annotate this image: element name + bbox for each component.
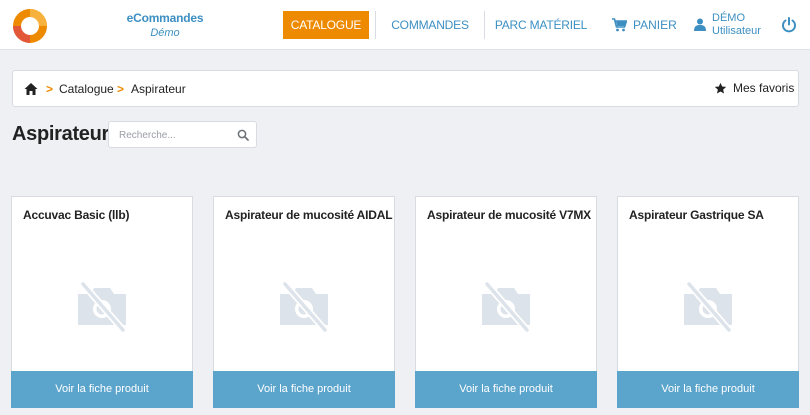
nav-commandes[interactable]: COMMANDES: [384, 11, 476, 39]
product-title[interactable]: Aspirateur de mucosité V7MX: [427, 208, 591, 222]
home-icon[interactable]: [24, 82, 38, 96]
view-product-button[interactable]: Voir la fiche produit: [415, 371, 597, 408]
ring-logo-icon[interactable]: [12, 8, 48, 44]
favorites-button[interactable]: Mes favoris: [714, 81, 794, 95]
product-title[interactable]: Aspirateur Gastrique SA: [629, 208, 764, 222]
product-title[interactable]: Accuvac Basic (llb): [23, 208, 129, 222]
user-menu[interactable]: DÉMO Utilisateur: [694, 12, 761, 38]
cart-button[interactable]: PANIER: [612, 17, 677, 33]
nav-catalogue[interactable]: CATALOGUE: [283, 11, 369, 39]
favorites-label: Mes favoris: [733, 81, 795, 95]
search-input[interactable]: [119, 127, 229, 143]
product-card[interactable]: Aspirateur de mucosité V7MX Voir la fich…: [415, 196, 597, 408]
no-image-icon: [78, 280, 127, 334]
product-card[interactable]: Aspirateur Gastrique SA Voir la fiche pr…: [617, 196, 799, 408]
star-icon: [714, 82, 727, 94]
search-icon[interactable]: [237, 129, 249, 141]
breadcrumb-separator: >: [117, 82, 125, 96]
product-card[interactable]: Accuvac Basic (llb) Voir la fiche produi…: [11, 196, 193, 408]
brand-block[interactable]: eCommandes Démo: [110, 11, 220, 39]
no-image-icon: [482, 280, 531, 334]
top-header: eCommandes Démo CATALOGUE COMMANDES PARC…: [0, 0, 810, 50]
view-product-button[interactable]: Voir la fiche produit: [213, 371, 395, 408]
power-icon[interactable]: [781, 17, 797, 33]
cart-label: PANIER: [633, 18, 677, 32]
user-icon: [694, 18, 706, 31]
nav-divider: [484, 11, 485, 39]
search-box: [108, 121, 257, 148]
breadcrumb: > Catalogue > Aspirateur Mes favoris: [12, 70, 799, 107]
product-card[interactable]: Aspirateur de mucosité AIDAL Voir la fic…: [213, 196, 395, 408]
breadcrumb-catalogue[interactable]: Catalogue: [59, 82, 114, 96]
view-product-button[interactable]: Voir la fiche produit: [617, 371, 799, 408]
no-image-icon: [684, 280, 733, 334]
breadcrumb-aspirateur: Aspirateur: [131, 82, 186, 96]
nav-divider: [375, 11, 376, 39]
cart-icon: [612, 18, 627, 32]
product-title[interactable]: Aspirateur de mucosité AIDAL: [225, 208, 393, 222]
nav-parc-materiel[interactable]: PARC MATÉRIEL: [494, 11, 588, 39]
page-title: Aspirateur: [12, 123, 110, 145]
breadcrumb-separator: >: [46, 82, 54, 96]
user-name: DÉMO: [712, 12, 745, 24]
brand-subtitle: Démo: [150, 27, 180, 39]
user-role: Utilisateur: [712, 25, 761, 37]
view-product-button[interactable]: Voir la fiche produit: [11, 371, 193, 408]
no-image-icon: [280, 280, 329, 334]
brand-name: eCommandes: [126, 11, 204, 25]
